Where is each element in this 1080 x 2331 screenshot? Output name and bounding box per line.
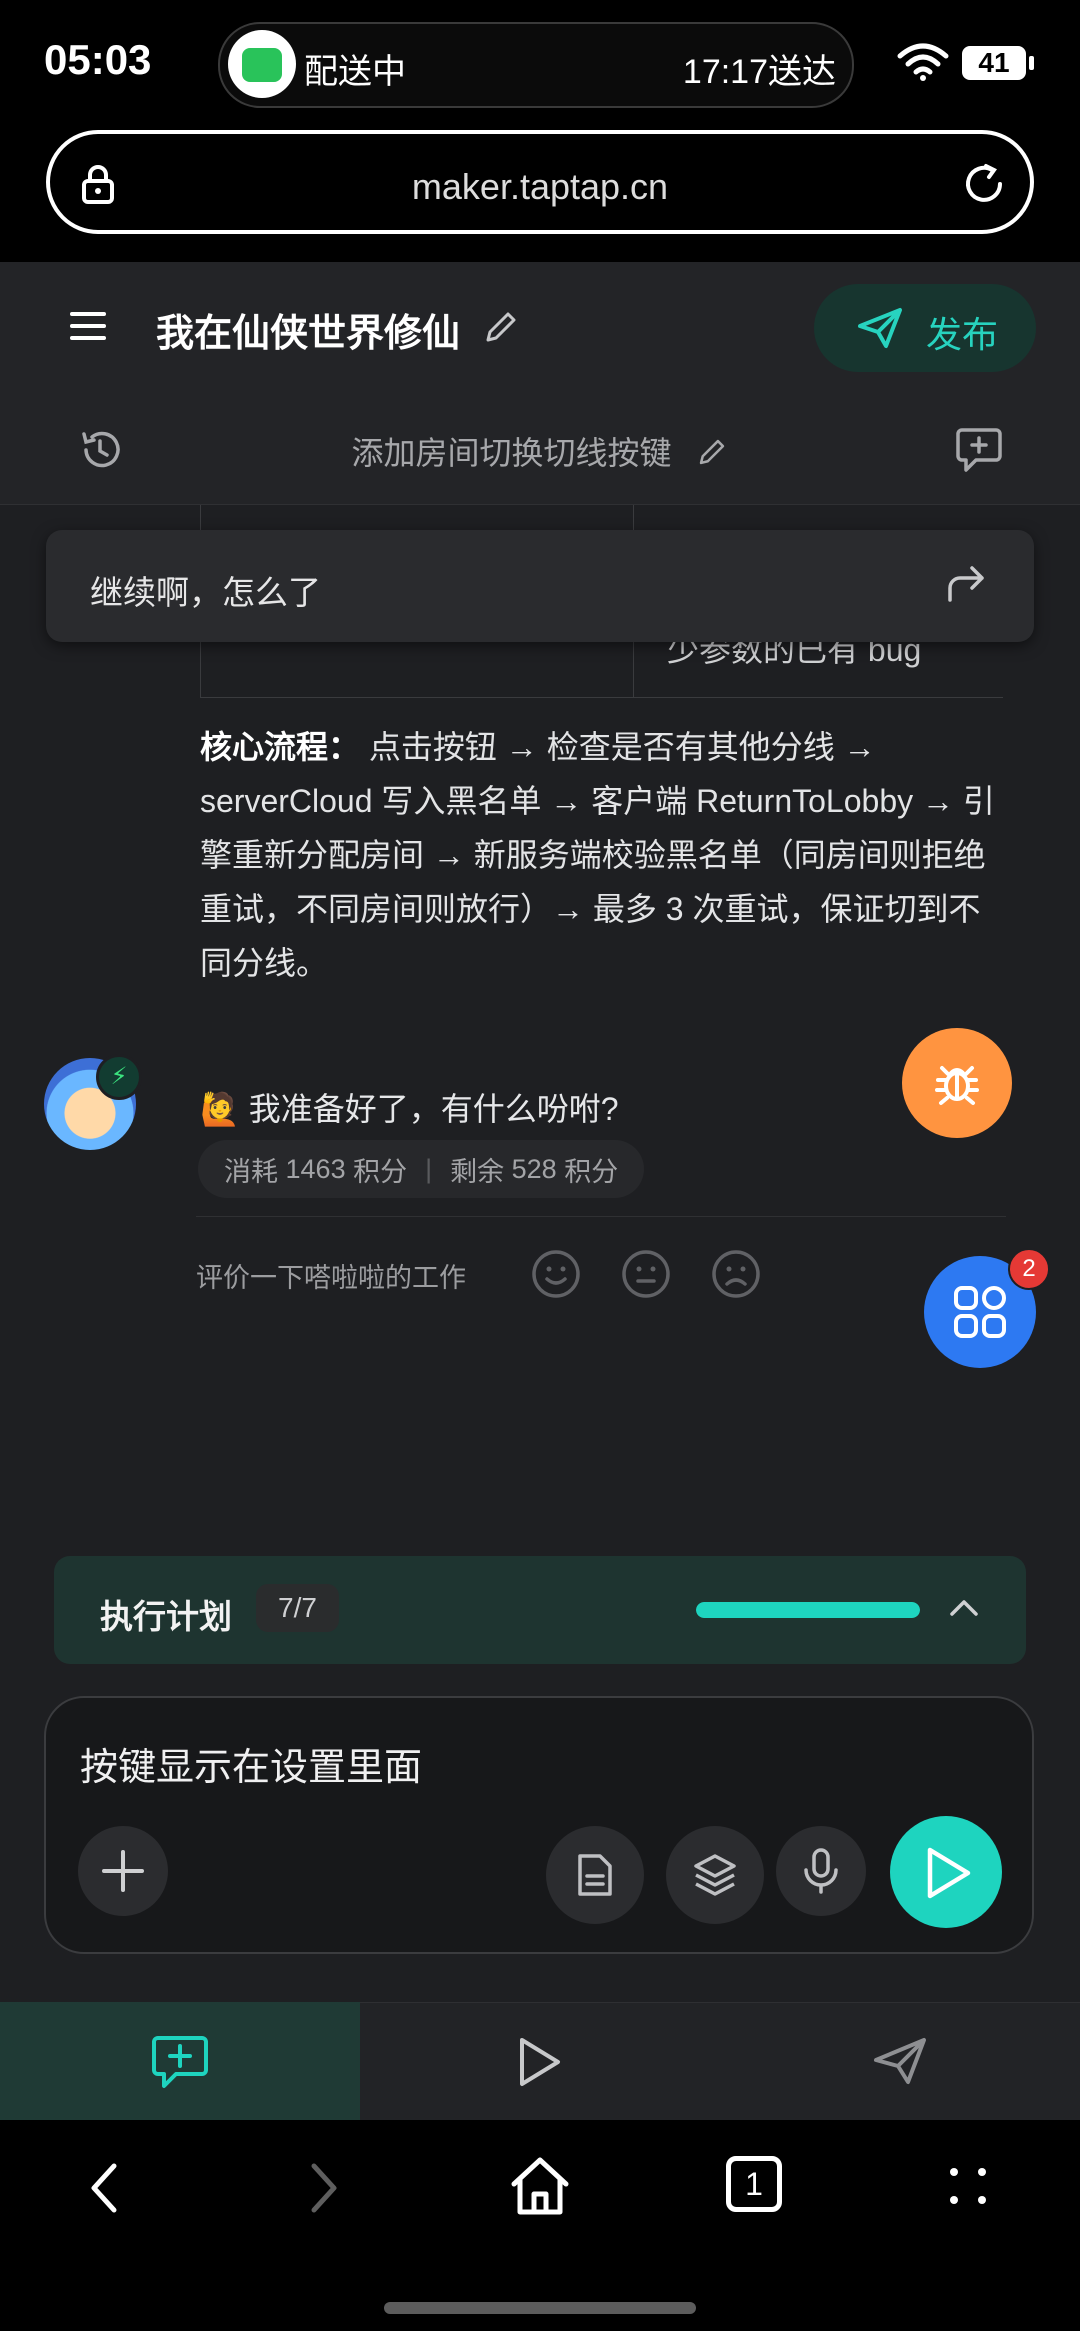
credits-remain-unit: 积分 [564,1156,619,1187]
paper-plane-icon [874,2038,926,2084]
credits-separator: | [425,1153,433,1184]
execution-plan-bar[interactable]: 执行计划 7/7 [54,1556,1026,1664]
edit-thread-icon[interactable] [696,436,728,468]
microphone-icon [804,1848,838,1894]
browser-navigation-bar [0,2120,1080,2331]
status-time: 05:03 [44,36,152,83]
live-activity-pill[interactable]: 配送中 17:17送达 [218,22,854,108]
happy-face-icon[interactable] [530,1248,582,1300]
forward-icon[interactable] [306,2160,342,2216]
chevron-up-icon[interactable] [948,1596,980,1620]
more-icon[interactable] [948,2166,988,2206]
message-composer[interactable] [44,1696,1034,1954]
plan-count: 7/7 [256,1584,339,1632]
document-button[interactable] [546,1826,644,1924]
credits-remain-value: 528 [511,1153,557,1184]
project-title: 我在仙侠世界修仙 [156,313,461,355]
reload-icon[interactable] [962,162,1006,206]
thread-title[interactable]: 添加房间切换切线按键 [0,428,1080,474]
plan-progress-bar [696,1602,920,1618]
home-icon[interactable] [508,2154,572,2218]
tab-chat[interactable] [0,2002,360,2120]
publish-button[interactable]: 发布 [814,284,1036,372]
credits-spent-unit: 积分 [353,1156,408,1187]
credits-usage: 消耗 1463 积分 | 剩余 528 积分 [198,1140,645,1198]
chat-plus-icon[interactable] [954,426,1004,474]
credits-spent-value: 1463 [285,1153,346,1184]
plan-progress-fill [696,1602,920,1618]
assistant-message-text: 我准备好了，有什么吩咐? [248,1091,619,1127]
core-flow-label: 核心流程： [200,729,361,765]
thread-title-text: 添加房间切换切线按键 [351,435,672,471]
continue-prompt-text: 继续啊，怎么了 [90,574,321,611]
divider [196,1216,1006,1217]
tab-publish[interactable] [720,2002,1080,2120]
paper-plane-icon [858,308,902,348]
pencil-icon[interactable] [482,308,520,346]
message-input[interactable]: 按键显示在设置里面 [80,1736,422,1791]
play-icon [520,2038,560,2086]
bug-icon [935,1066,979,1105]
neutral-face-icon[interactable] [620,1248,672,1300]
apps-grid-icon [954,1286,1006,1338]
chat-plus-icon [152,2036,208,2088]
back-icon[interactable] [86,2160,122,2216]
url-text: maker.taptap.cn [411,166,669,207]
delivery-app-icon [228,30,296,98]
layers-button[interactable] [666,1826,764,1924]
battery-indicator: 41 [962,46,1034,80]
core-flow-text: 核心流程： 点击按钮 → 检查是否有其他分线 → serverCloud 写入黑… [200,720,1000,990]
tabs-button[interactable]: 1 [726,2156,782,2212]
add-attachment-button[interactable] [78,1826,168,1916]
notification-badge: 2 [1008,1248,1050,1290]
publish-label: 发布 [926,314,999,355]
credits-remain-label: 剩余 [450,1156,505,1187]
live-activity-eta: 17:17送达 [682,53,836,91]
share-arrow-icon[interactable] [946,564,988,604]
assistant-message: 🙋 我准备好了，有什么吩咐? [200,1084,619,1130]
credits-spent-label: 消耗 [224,1156,278,1187]
wifi-icon [897,43,949,81]
menu-icon[interactable] [70,310,106,342]
raising-hand-emoji: 🙋 [200,1091,240,1127]
layers-icon [694,1854,736,1896]
plan-label: 执行计划 [100,1598,232,1635]
play-icon [927,1847,971,1899]
voice-input-button[interactable] [776,1826,866,1916]
rating-prompt: 评价一下嗒啦啦的工作 [196,1263,466,1293]
plus-icon [102,1850,144,1892]
live-activity-label: 配送中 [304,53,406,91]
send-button[interactable] [890,1816,1002,1928]
address-bar[interactable]: maker.taptap.cn [46,130,1034,234]
document-icon [578,1854,612,1896]
continue-prompt-card[interactable]: 继续啊，怎么了 [46,530,1034,642]
bug-report-button[interactable] [902,1028,1012,1138]
tab-preview[interactable] [360,2002,720,2120]
home-indicator [384,2302,696,2314]
core-flow-body: 点击按钮 → 检查是否有其他分线 → serverCloud 写入黑名单 → 客… [200,729,995,981]
lightning-icon: ⚡ [96,1054,142,1100]
sad-face-icon[interactable] [710,1248,762,1300]
